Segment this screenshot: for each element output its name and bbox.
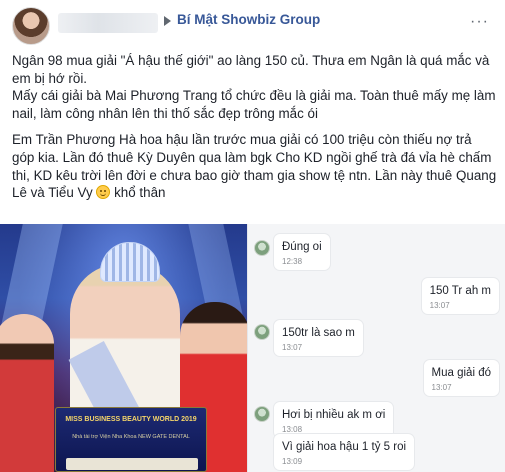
chat-message-time: 13:07 [429, 301, 450, 310]
prize-board-title: MISS BUSINESS BEAUTY WORLD 2019 [65, 416, 197, 423]
chat-bubble-incoming: Đúng oi 12:38 [274, 234, 330, 270]
smile-emoji-icon [96, 185, 111, 200]
chat-bubble-outgoing: 150 Tr ah m 13:07 [421, 278, 499, 314]
facebook-post: Bí Mật Showbiz Group ··· Ngân 98 mua giả… [0, 0, 505, 472]
prize-board: MISS BUSINESS BEAUTY WORLD 2019 Nhà tài … [55, 407, 207, 472]
post-paragraph: Mấy cái giải bà Mai Phương Trang tổ chức… [12, 88, 496, 121]
post-paragraph-text: Em Trần Phương Hà hoa hậu lần trước mua … [12, 132, 497, 201]
chat-message-time: 13:08 [282, 425, 303, 434]
chat-avatar [254, 324, 270, 340]
chat-bubble-incoming: 150tr là sao m 13:07 [274, 320, 363, 356]
chat-message-text: 150tr là sao m [282, 327, 355, 339]
contestant-left [0, 314, 54, 472]
chat-message-text: Hơi bị nhiều ak m ơi [282, 409, 386, 421]
chat-avatar [254, 240, 270, 256]
more-options-icon[interactable]: ··· [470, 13, 489, 31]
chat-message-time: 13:07 [282, 343, 303, 352]
triangle-right-icon [164, 16, 171, 26]
chat-message-text: Vì giải hoa hậu 1 tỷ 5 roi [282, 441, 407, 453]
chat-message-text: 150 Tr ah m [429, 285, 491, 297]
chat-message-text: Đúng oi [282, 241, 322, 253]
chat-bubble-incoming: Hơi bị nhiều ak m ơi 13:08 [274, 402, 394, 438]
chat-message-text: Mua giải đó [431, 367, 491, 379]
chat-message-time: 13:07 [431, 383, 452, 392]
chat-message-time: 12:38 [282, 257, 303, 266]
post-paragraph-tail: khổ thân [114, 185, 166, 201]
author-name-redacted[interactable] [58, 13, 158, 33]
chat-avatar [254, 406, 270, 422]
prize-board-sponsor: Nhà tài trợ Viện Nha Khoa NEW GATE DENTA… [72, 434, 190, 440]
post-photo-chat-screenshot[interactable]: Đúng oi 12:38 150 Tr ah m 13:07 150tr là… [247, 224, 505, 472]
author-avatar[interactable] [12, 7, 50, 45]
chat-bubble-incoming: Vì giải hoa hậu 1 tỷ 5 roi 13:09 [274, 434, 415, 470]
post-photo-pageant[interactable]: MISS BUSINESS BEAUTY WORLD 2019 Nhà tài … [0, 224, 247, 472]
post-header: Bí Mật Showbiz Group ··· [12, 7, 493, 47]
post-paragraph: Em Trần Phương Hà hoa hậu lần trước mua … [12, 131, 497, 201]
group-name-link[interactable]: Bí Mật Showbiz Group [177, 12, 320, 27]
post-paragraph: Ngân 98 mua giải "Á hậu thế giới" ao làn… [12, 53, 490, 86]
post-body: Ngân 98 mua giải "Á hậu thế giới" ao làn… [12, 52, 497, 202]
prize-board-amount [66, 458, 198, 470]
chat-message-time: 13:09 [282, 457, 303, 466]
chat-bubble-outgoing: Mua giải đó 13:07 [423, 360, 499, 396]
